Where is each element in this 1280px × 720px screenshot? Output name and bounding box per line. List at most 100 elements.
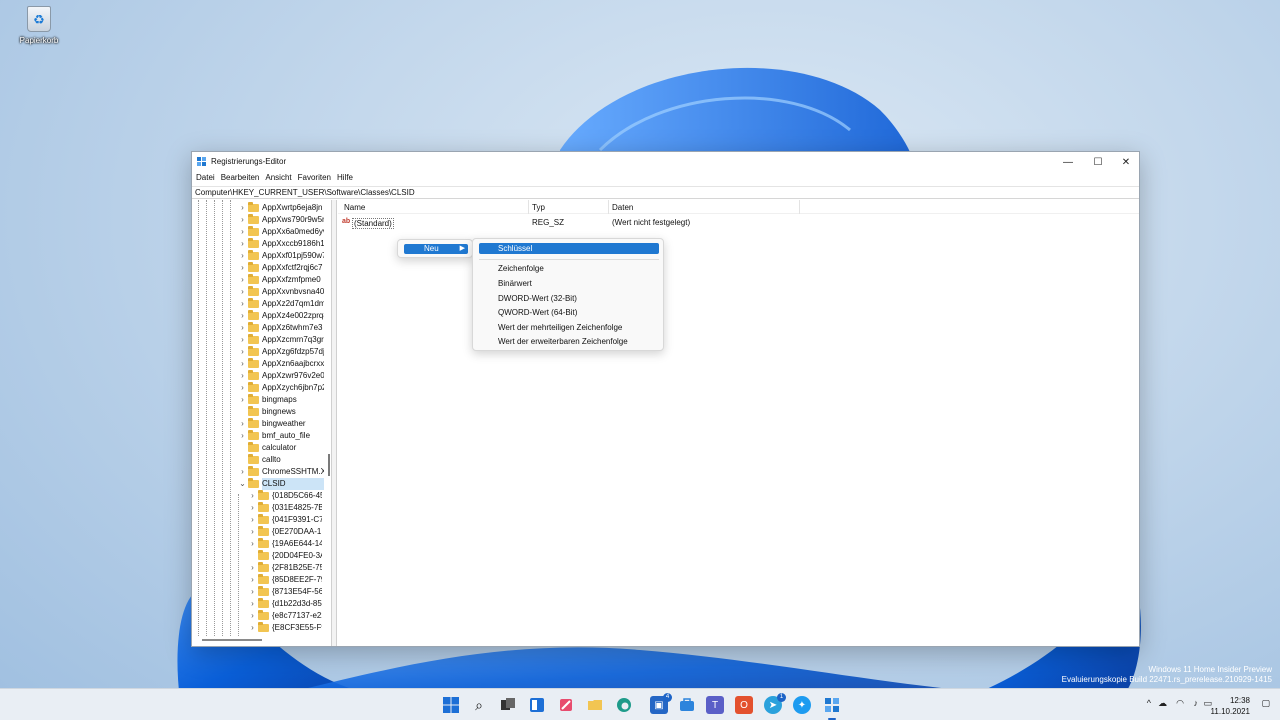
chevron-right-icon[interactable]: › bbox=[238, 358, 247, 370]
tree-vertical-scrollbar[interactable] bbox=[327, 200, 331, 636]
twitter-button[interactable]: ✦ bbox=[793, 696, 811, 714]
chevron-right-icon[interactable]: › bbox=[248, 610, 257, 622]
chevron-right-icon[interactable]: › bbox=[248, 622, 257, 634]
menu-item-dword[interactable]: DWORD-Wert (32-Bit) bbox=[479, 293, 659, 304]
tree-item[interactable]: › AppXzcmrn7q3gr bbox=[238, 334, 324, 346]
menu-item-qword[interactable]: QWORD-Wert (64-Bit) bbox=[479, 307, 659, 318]
tree-item-clsid-child[interactable]: › {e8c77137-e22 bbox=[248, 610, 322, 622]
chevron-right-icon[interactable]: › bbox=[238, 238, 247, 250]
tree-item[interactable]: › AppXzn6aajbcrxx bbox=[238, 358, 324, 370]
value-row[interactable]: ab (Standard) REG_SZ (Wert nicht festgel… bbox=[338, 216, 1139, 229]
chevron-right-icon[interactable]: › bbox=[238, 382, 247, 394]
chevron-right-icon[interactable]: › bbox=[248, 586, 257, 598]
tree-item-clsid-child[interactable]: {20D04FE0-3AE bbox=[248, 550, 322, 562]
chevron-right-icon[interactable]: › bbox=[238, 262, 247, 274]
chevron-right-icon[interactable]: › bbox=[238, 466, 247, 478]
chevron-right-icon[interactable]: › bbox=[238, 286, 247, 298]
chevron-right-icon[interactable]: › bbox=[248, 574, 257, 586]
menu-favoriten[interactable]: Favoriten bbox=[297, 172, 335, 186]
chevron-right-icon[interactable]: › bbox=[248, 538, 257, 550]
tree-item[interactable]: › AppXz6twhm7e3 bbox=[238, 322, 324, 334]
chevron-right-icon[interactable]: › bbox=[238, 346, 247, 358]
search-button[interactable]: ⌕ bbox=[470, 696, 488, 714]
menu-item-expandable-string[interactable]: Wert der erweiterbaren Zeichenfolge bbox=[479, 336, 659, 347]
column-type-header[interactable]: Typ bbox=[532, 203, 545, 212]
chevron-right-icon[interactable]: › bbox=[238, 310, 247, 322]
chevron-right-icon[interactable]: › bbox=[238, 334, 247, 346]
chevron-up-icon[interactable]: ^ bbox=[1147, 698, 1151, 708]
tree-item-clsid-child[interactable]: › {d1b22d3d-85 bbox=[248, 598, 322, 610]
recycle-bin-shortcut[interactable]: Papierkorb bbox=[16, 6, 62, 45]
tree-item[interactable]: › bingweather bbox=[238, 418, 324, 430]
tree-item[interactable]: › AppXzwr976v2e0 bbox=[238, 370, 324, 382]
store-button[interactable]: ▣ 4 bbox=[650, 693, 672, 714]
start-button[interactable] bbox=[442, 696, 460, 714]
tree-item-clsid-child[interactable]: › {041F9391-C79 bbox=[248, 514, 322, 526]
tree-item[interactable]: › AppXz4e002zprq8 bbox=[238, 310, 324, 322]
menu-hilfe[interactable]: Hilfe bbox=[336, 172, 357, 186]
onedrive-icon[interactable]: ☁ bbox=[1158, 698, 1167, 709]
menu-bearbeiten[interactable]: Bearbeiten bbox=[220, 172, 264, 186]
tree-item[interactable]: › AppXxvnbvsna40 bbox=[238, 286, 324, 298]
chevron-right-icon[interactable]: › bbox=[238, 202, 247, 214]
menu-item-schluessel[interactable]: Schlüssel bbox=[479, 243, 659, 254]
title-bar[interactable]: Registrierungs-Editor — ☐ ✕ bbox=[192, 152, 1139, 172]
menu-item-multi-string[interactable]: Wert der mehrteiligen Zeichenfolge bbox=[479, 322, 659, 333]
minimize-button[interactable]: — bbox=[1053, 152, 1083, 172]
menu-item-zeichenfolge[interactable]: Zeichenfolge bbox=[479, 263, 659, 274]
menu-datei[interactable]: Datei bbox=[195, 172, 219, 186]
tree-item[interactable]: › AppXwrtp6eja8jn bbox=[238, 202, 324, 214]
tree-item[interactable]: › AppXzych6jbn7p2 bbox=[238, 382, 324, 394]
column-separator[interactable] bbox=[799, 200, 800, 214]
chevron-right-icon[interactable]: › bbox=[238, 226, 247, 238]
column-data-header[interactable]: Daten bbox=[612, 203, 633, 212]
task-view-button[interactable] bbox=[499, 696, 517, 714]
chevron-right-icon[interactable]: › bbox=[248, 490, 257, 502]
telegram-button[interactable]: ➤ 1 bbox=[764, 693, 786, 714]
edge-button[interactable] bbox=[615, 696, 633, 714]
chevron-right-icon[interactable]: › bbox=[238, 214, 247, 226]
tree-item[interactable]: › AppXxf01pj590w7 bbox=[238, 250, 324, 262]
tree-item-clsid-child[interactable]: › {85D8EE2F-794 bbox=[248, 574, 322, 586]
clock[interactable]: 12:38 11.10.2021 bbox=[1211, 695, 1250, 717]
chevron-down-icon[interactable]: ⌄ bbox=[238, 478, 247, 490]
chevron-right-icon[interactable]: › bbox=[248, 562, 257, 574]
volume-icon[interactable]: ♪ bbox=[1194, 698, 1199, 708]
tree-item-clsid-child[interactable]: › {E8CF3E55-F91 bbox=[248, 622, 322, 634]
tree-item[interactable]: › AppXz2d7qm1dm bbox=[238, 298, 324, 310]
tree-item-clsid-child[interactable]: › {018D5C66-45 bbox=[248, 490, 322, 502]
tree-item[interactable]: › AppXzg6fdzp57dj bbox=[238, 346, 324, 358]
menu-item-neu[interactable]: Neu ▶ bbox=[404, 244, 468, 254]
close-button[interactable]: ✕ bbox=[1111, 152, 1141, 172]
menu-item-binaerwert[interactable]: Binärwert bbox=[479, 278, 659, 289]
tree-horizontal-scrollbar[interactable] bbox=[202, 639, 262, 641]
tree-item[interactable]: › AppXws790r9w5n bbox=[238, 214, 324, 226]
tree-item[interactable]: › AppXx6a0med6yv bbox=[238, 226, 324, 238]
widgets-button[interactable] bbox=[528, 696, 546, 714]
tree-item[interactable]: callto bbox=[238, 454, 324, 466]
tree-item-clsid-child[interactable]: › {0E270DAA-1B bbox=[248, 526, 322, 538]
chevron-right-icon[interactable]: › bbox=[248, 502, 257, 514]
teams-button[interactable]: T bbox=[706, 696, 724, 714]
address-bar[interactable]: Computer\HKEY_CURRENT_USER\Software\Clas… bbox=[192, 186, 1139, 199]
tree-item[interactable]: › AppXxccb9186h1 bbox=[238, 238, 324, 250]
chevron-right-icon[interactable]: › bbox=[248, 598, 257, 610]
tree-item[interactable]: › AppXxfzmfpme0 bbox=[238, 274, 324, 286]
tree-item[interactable]: › bmf_auto_file bbox=[238, 430, 324, 442]
chevron-right-icon[interactable]: › bbox=[238, 430, 247, 442]
column-separator[interactable] bbox=[608, 200, 609, 214]
column-name-header[interactable]: Name bbox=[344, 203, 365, 212]
chevron-right-icon[interactable]: › bbox=[238, 394, 247, 406]
maximize-button[interactable]: ☐ bbox=[1083, 152, 1113, 172]
tree-item-clsid[interactable]: ⌄ CLSID bbox=[238, 478, 324, 490]
security-button[interactable] bbox=[678, 696, 696, 714]
pane-splitter[interactable] bbox=[332, 200, 337, 646]
chevron-right-icon[interactable]: › bbox=[238, 370, 247, 382]
tree-item-clsid-child[interactable]: › {031E4825-7B9 bbox=[248, 502, 322, 514]
wifi-icon[interactable]: ◠ bbox=[1176, 698, 1184, 709]
office-button[interactable]: O bbox=[735, 696, 753, 714]
chevron-right-icon[interactable]: › bbox=[238, 274, 247, 286]
file-explorer-button[interactable] bbox=[586, 696, 604, 714]
chevron-right-icon[interactable]: › bbox=[248, 514, 257, 526]
chevron-right-icon[interactable]: › bbox=[248, 526, 257, 538]
